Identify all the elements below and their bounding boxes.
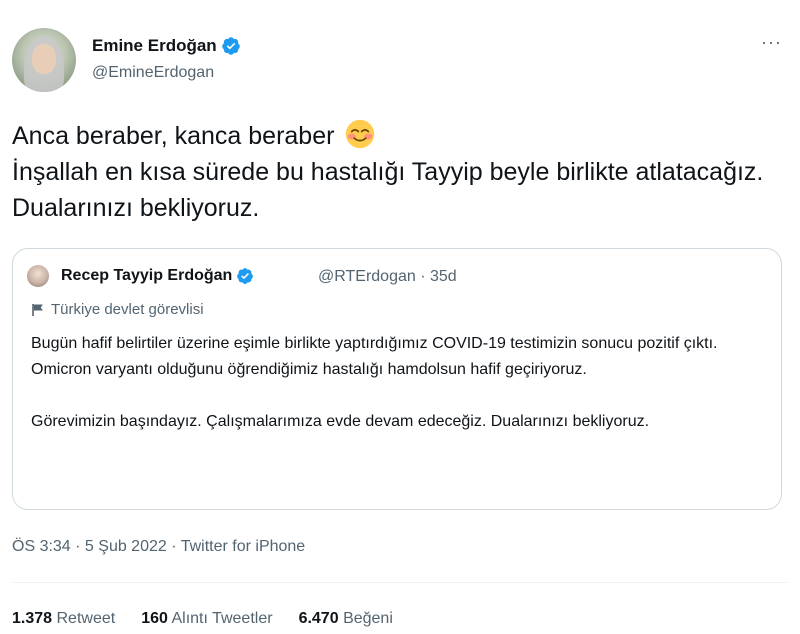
- author-avatar[interactable]: [12, 28, 76, 92]
- tweet-timestamp[interactable]: ÖS 3:34 · 5 Şub 2022 · Twitter for iPhon…: [12, 538, 305, 556]
- government-label-text: Türkiye devlet görevlisi: [51, 301, 204, 318]
- divider: [12, 582, 788, 583]
- likes-count: 6.470: [298, 610, 339, 627]
- likes-label: Beğeni: [343, 610, 393, 627]
- author-name[interactable]: Emine Erdoğan: [92, 36, 217, 56]
- retweets-label: Retweet: [56, 610, 116, 627]
- retweets-count: 1.378: [12, 610, 53, 627]
- quoted-author-name-row[interactable]: Recep Tayyip Erdoğan: [61, 267, 254, 285]
- government-label: Türkiye devlet görevlisi: [31, 301, 204, 318]
- verified-badge-icon: [237, 268, 254, 284]
- engagement-stats: 1.378 Retweet 160 Alıntı Tweetler 6.470 …: [12, 610, 393, 628]
- tweet-text: Anca beraber, kanca beraber İnşallah en …: [12, 118, 788, 226]
- quoted-paragraph-1: Bugün hafif belirtiler üzerine eşimle bi…: [31, 335, 718, 378]
- likes-stat[interactable]: 6.470 Beğeni: [299, 610, 393, 628]
- tweet-line-2: İnşallah en kısa sürede bu hastalığı Tay…: [12, 158, 764, 222]
- quotes-stat[interactable]: 160 Alıntı Tweetler: [141, 610, 272, 628]
- verified-badge-icon: [221, 37, 240, 55]
- more-icon[interactable]: ···: [761, 32, 782, 53]
- retweets-stat[interactable]: 1.378 Retweet: [12, 610, 115, 628]
- quoted-author-name[interactable]: Recep Tayyip Erdoğan: [61, 267, 232, 285]
- flag-icon: [32, 303, 43, 316]
- quoted-paragraph-2: Görevimizin başındayız. Çalışmalarımıza …: [31, 413, 650, 430]
- quotes-label: Alıntı Tweetler: [171, 610, 273, 627]
- quoted-tweet-text: Bugün hafif belirtiler üzerine eşimle bi…: [31, 331, 771, 435]
- tweet-header: Emine Erdoğan @EmineErdogan ···: [12, 28, 788, 98]
- author-handle[interactable]: @EmineErdogan: [92, 64, 214, 82]
- smiling-face-emoji-icon: [346, 119, 375, 149]
- author-name-row[interactable]: Emine Erdoğan: [92, 36, 241, 56]
- quoted-author-avatar[interactable]: [27, 265, 49, 287]
- tweet-line-1: Anca beraber, kanca beraber: [12, 122, 335, 150]
- quotes-count: 160: [141, 610, 168, 627]
- quoted-handle-and-time[interactable]: @RTErdogan · 35d: [318, 268, 457, 286]
- quoted-tweet[interactable]: Recep Tayyip Erdoğan @RTErdogan · 35d Tü…: [12, 248, 782, 510]
